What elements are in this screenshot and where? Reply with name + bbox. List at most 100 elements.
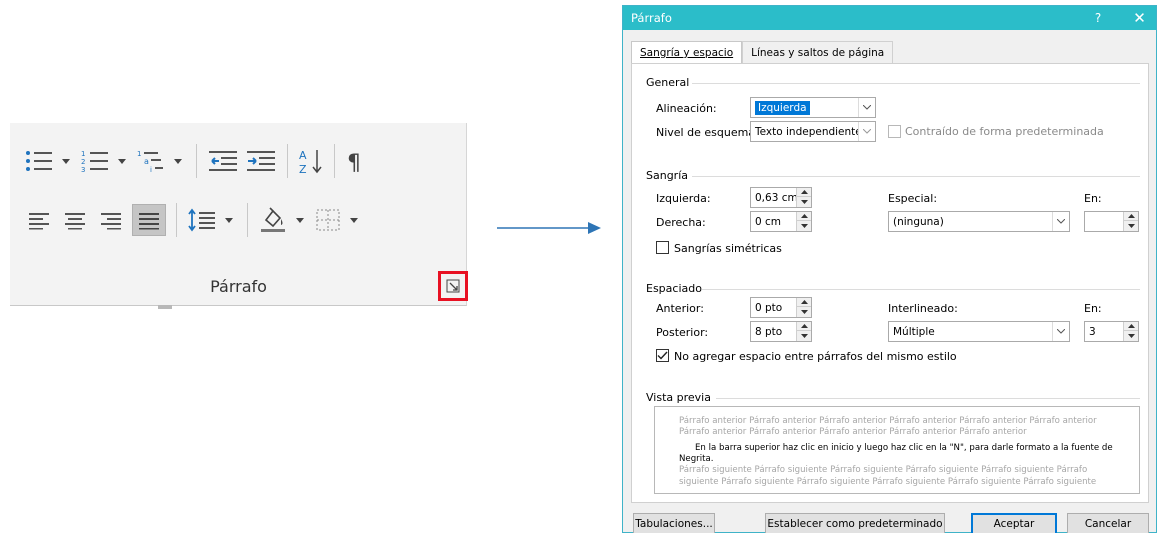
indent-right-value: 0 cm bbox=[755, 215, 782, 228]
borders-icon[interactable] bbox=[314, 204, 342, 236]
outline-level-label: Nivel de esquema: bbox=[656, 126, 759, 139]
bullets-icon[interactable] bbox=[24, 145, 54, 177]
cancel-button[interactable]: Cancelar bbox=[1067, 513, 1149, 533]
borders-dropdown-icon[interactable] bbox=[348, 204, 360, 236]
align-right-icon[interactable] bbox=[96, 204, 126, 236]
spin-down-icon[interactable] bbox=[797, 197, 811, 206]
preview-previous-line: Párrafo anterior Párrafo anterior Párraf… bbox=[679, 427, 1027, 437]
dialog-launcher-icon[interactable] bbox=[438, 271, 468, 301]
decrease-indent-icon[interactable] bbox=[207, 145, 239, 177]
indent-right-spinner[interactable]: 0 cm bbox=[750, 211, 812, 232]
spin-down-icon[interactable] bbox=[1124, 221, 1138, 230]
set-as-default-button[interactable]: Establecer como predeterminado bbox=[765, 513, 945, 533]
increase-indent-icon[interactable] bbox=[245, 145, 277, 177]
spinner-buttons[interactable] bbox=[796, 212, 811, 231]
justify-icon[interactable] bbox=[132, 204, 166, 236]
spin-up-icon[interactable] bbox=[797, 188, 811, 197]
spin-up-icon[interactable] bbox=[797, 298, 811, 307]
line-spacing-select[interactable]: Múltiple bbox=[888, 321, 1070, 342]
spacing-before-label: Anterior: bbox=[656, 302, 704, 315]
paragraph-preview: Párrafo anterior Párrafo anterior Párraf… bbox=[654, 406, 1140, 494]
multilevel-list-icon[interactable]: 1ai bbox=[136, 145, 166, 177]
ribbon-separator bbox=[176, 203, 177, 237]
spacing-after-value: 8 pto bbox=[755, 325, 783, 338]
chevron-down-icon[interactable] bbox=[858, 98, 875, 117]
shading-icon[interactable] bbox=[258, 204, 288, 236]
spinner-buttons[interactable] bbox=[796, 298, 811, 317]
alignment-select[interactable]: Izquierda bbox=[750, 97, 876, 118]
chevron-down-icon[interactable] bbox=[1052, 212, 1069, 231]
tab-line-page-breaks[interactable]: Líneas y saltos de página bbox=[742, 41, 894, 63]
line-spacing-dropdown-icon[interactable] bbox=[223, 204, 235, 236]
special-indent-select[interactable]: (ninguna) bbox=[888, 211, 1070, 232]
spinner-buttons[interactable] bbox=[796, 322, 811, 341]
spacing-before-value: 0 pto bbox=[755, 301, 783, 314]
sort-icon[interactable]: AZ bbox=[298, 145, 324, 177]
preview-current-line: Negrita. bbox=[679, 454, 714, 464]
preview-next-line: siguiente Párrafo siguiente Párrafo sigu… bbox=[679, 477, 1097, 487]
tabs-button[interactable]: Tabulaciones... bbox=[633, 513, 715, 533]
multilevel-dropdown-icon[interactable] bbox=[172, 145, 184, 177]
ok-button[interactable]: Aceptar bbox=[971, 513, 1057, 533]
tab-label: Sangría y espacio bbox=[640, 47, 734, 59]
tab-indent-spacing[interactable]: Sangría y espacio bbox=[631, 41, 743, 64]
close-icon[interactable]: ✕ bbox=[1123, 6, 1156, 30]
paragraph-group-label: Párrafo bbox=[210, 277, 267, 296]
align-center-icon[interactable] bbox=[60, 204, 90, 236]
ribbon-row-lists: 123 1ai AZ ¶ bbox=[24, 141, 371, 181]
shading-dropdown-icon[interactable] bbox=[294, 204, 306, 236]
spin-up-icon[interactable] bbox=[1124, 212, 1138, 221]
ribbon-separator bbox=[196, 144, 197, 178]
indent-by-spinner[interactable] bbox=[1084, 211, 1139, 232]
no-space-same-style-checkbox[interactable] bbox=[656, 349, 669, 362]
ribbon-separator bbox=[287, 144, 288, 178]
spin-up-icon[interactable] bbox=[797, 322, 811, 331]
spacing-before-spinner[interactable]: 0 pto bbox=[750, 297, 812, 318]
dialog-titlebar[interactable]: Párrafo ? ✕ bbox=[623, 6, 1156, 30]
flow-arrow-icon bbox=[497, 222, 601, 234]
line-spacing-at-label: En: bbox=[1084, 302, 1102, 315]
ribbon-paragraph-group: 123 1ai AZ ¶ Párrafo bbox=[10, 123, 468, 309]
help-icon[interactable]: ? bbox=[1083, 6, 1113, 30]
svg-text:1: 1 bbox=[137, 150, 141, 158]
indent-left-value: 0,63 cm bbox=[755, 191, 798, 204]
align-left-icon[interactable] bbox=[24, 204, 54, 236]
spin-down-icon[interactable] bbox=[797, 221, 811, 230]
tab-panel: General Alineación: Izquierda Nivel de e… bbox=[631, 63, 1149, 503]
spacing-after-label: Posterior: bbox=[656, 326, 709, 339]
numbering-dropdown-icon[interactable] bbox=[116, 145, 128, 177]
svg-text:3: 3 bbox=[81, 166, 85, 174]
line-spacing-icon[interactable] bbox=[187, 204, 217, 236]
preview-previous-line: Párrafo anterior Párrafo anterior Párraf… bbox=[679, 416, 1097, 426]
spinner-buttons[interactable] bbox=[1123, 322, 1138, 341]
alignment-value: Izquierda bbox=[755, 100, 810, 115]
bullets-dropdown-icon[interactable] bbox=[60, 145, 72, 177]
paragraph-dialog: Párrafo ? ✕ Sangría y espacio Líneas y s… bbox=[622, 5, 1157, 533]
spin-up-icon[interactable] bbox=[1124, 322, 1138, 331]
special-indent-value: (ninguna) bbox=[893, 215, 944, 228]
show-marks-icon[interactable]: ¶ bbox=[345, 145, 365, 177]
spacing-after-spinner[interactable]: 8 pto bbox=[750, 321, 812, 342]
spinner-buttons[interactable] bbox=[1123, 212, 1138, 231]
chevron-down-icon[interactable] bbox=[1052, 322, 1069, 341]
alignment-label: Alineación: bbox=[656, 102, 717, 115]
spin-down-icon[interactable] bbox=[797, 307, 811, 316]
indent-left-spinner[interactable]: 0,63 cm bbox=[750, 187, 812, 208]
spin-down-icon[interactable] bbox=[797, 331, 811, 340]
mirror-indents-checkbox[interactable] bbox=[656, 241, 669, 254]
svg-text:2: 2 bbox=[81, 158, 85, 166]
checkmark-icon bbox=[657, 351, 668, 360]
collapsed-default-checkbox[interactable] bbox=[888, 125, 901, 138]
spin-down-icon[interactable] bbox=[1124, 331, 1138, 340]
numbering-icon[interactable]: 123 bbox=[80, 145, 110, 177]
section-indent-title: Sangría bbox=[646, 169, 688, 182]
line-spacing-label: Interlineado: bbox=[888, 302, 958, 315]
spin-up-icon[interactable] bbox=[797, 212, 811, 221]
spinner-buttons[interactable] bbox=[796, 188, 811, 207]
chevron-down-icon[interactable] bbox=[858, 122, 875, 141]
indent-right-label: Derecha: bbox=[656, 216, 706, 229]
outline-level-select[interactable]: Texto independiente bbox=[750, 121, 876, 142]
line-spacing-at-spinner[interactable]: 3 bbox=[1084, 321, 1139, 342]
section-preview-title: Vista previa bbox=[646, 391, 711, 404]
svg-text:1: 1 bbox=[81, 150, 85, 158]
